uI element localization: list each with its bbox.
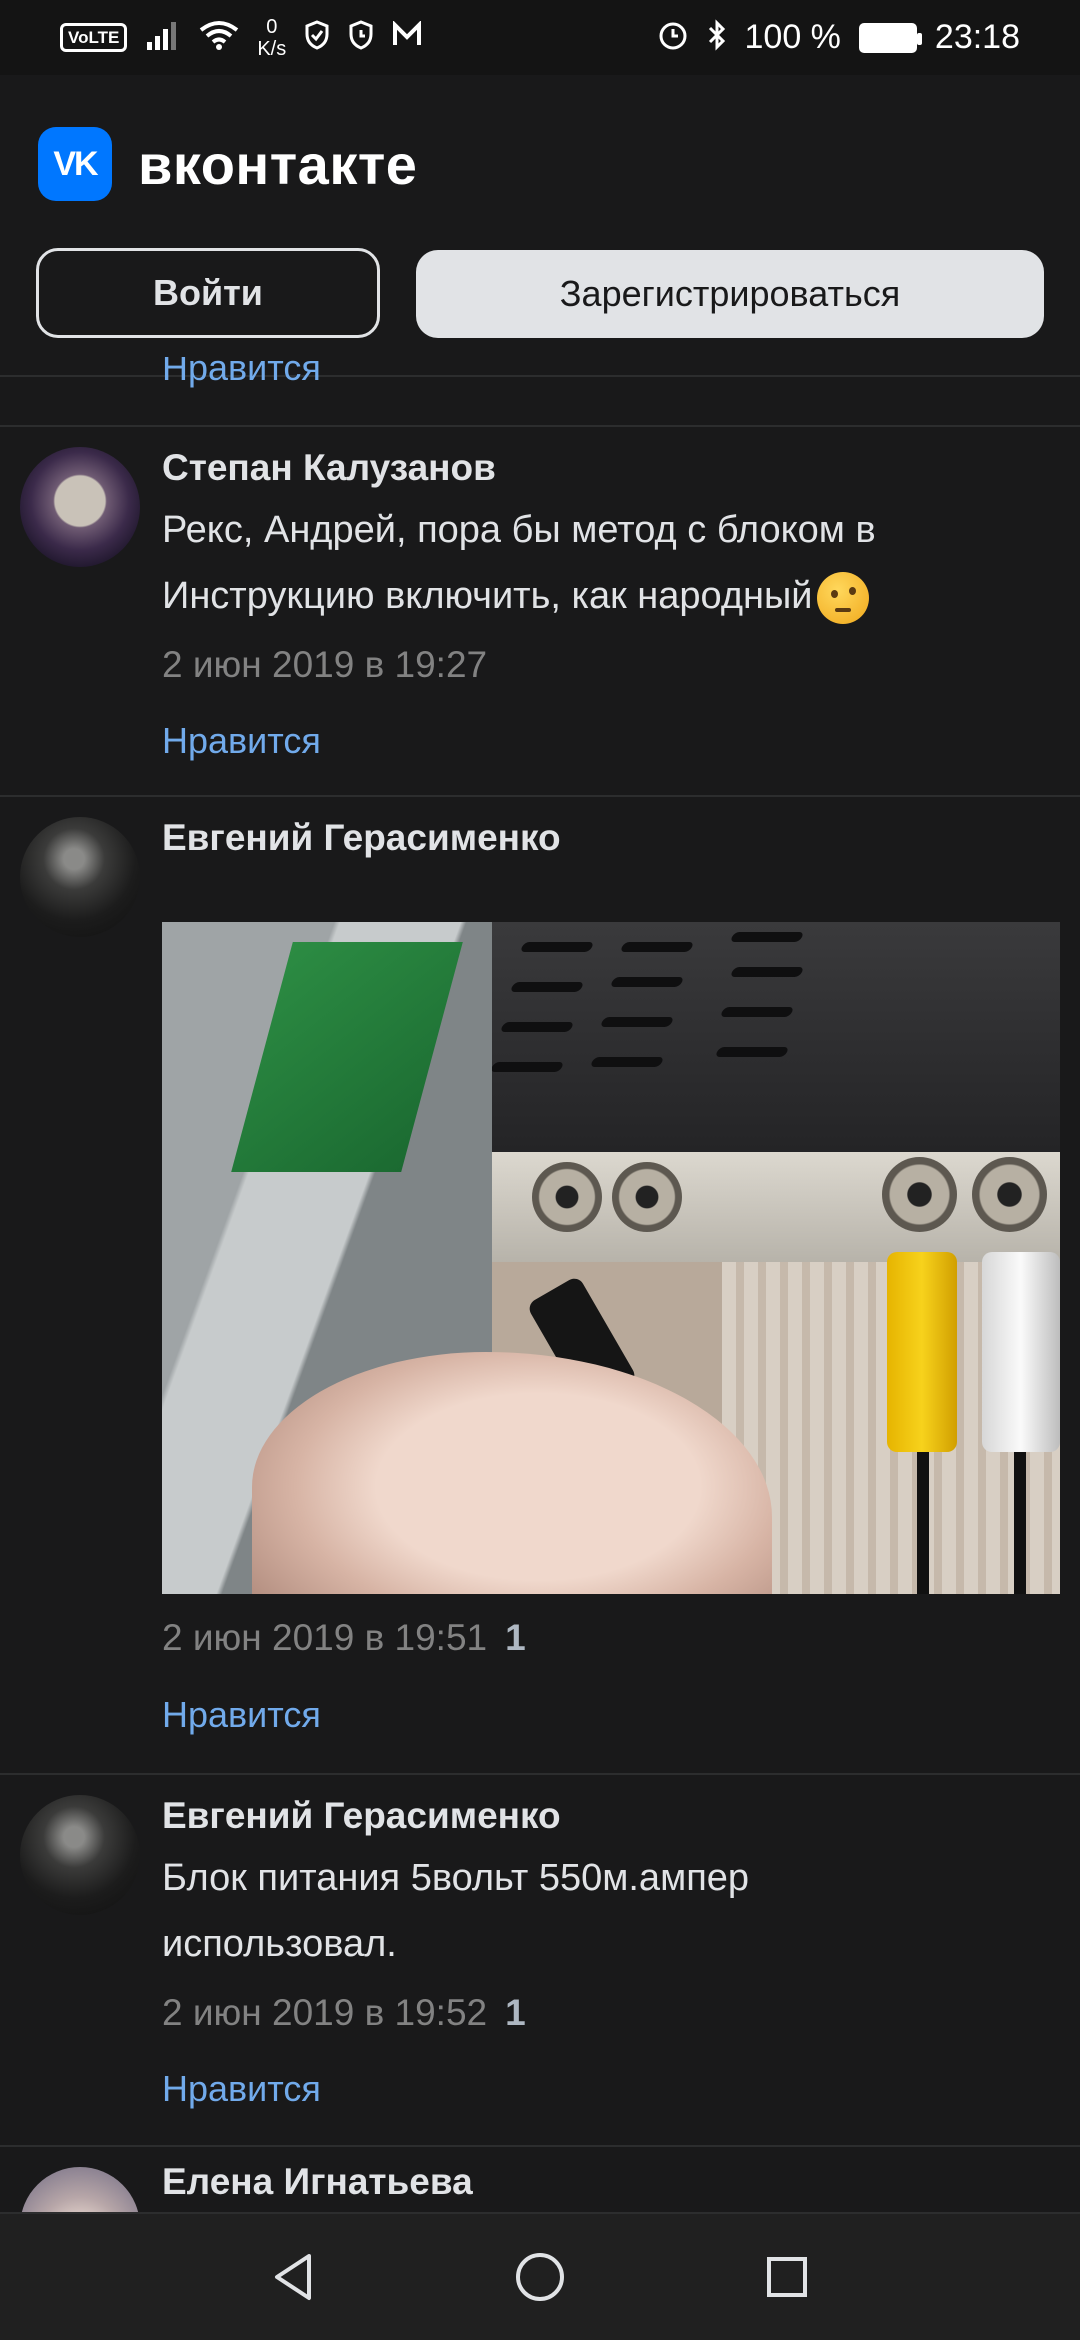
comment-author[interactable]: Степан Калузанов bbox=[162, 447, 496, 489]
comment-photo[interactable] bbox=[162, 922, 1060, 1594]
comment-item: Евгений Герасименко Блок питания 5вольт … bbox=[0, 1775, 1080, 2145]
alarm-icon bbox=[657, 19, 689, 57]
comment-item: Степан Калузанов Рекс, Андрей, пора бы м… bbox=[0, 427, 1080, 795]
like-button[interactable]: Нравится bbox=[162, 1694, 321, 1736]
battery-icon bbox=[858, 22, 922, 53]
header: VK вконтакте Войти Зарегистрироваться bbox=[0, 75, 1080, 377]
brand-row[interactable]: VK вконтакте bbox=[38, 127, 417, 201]
comment-text-line: Инструкцию включить, как народный bbox=[162, 575, 813, 617]
comment-date[interactable]: 2 июн 2019 в 19:52 bbox=[162, 1992, 487, 2034]
thinking-face-emoji-icon bbox=[816, 571, 869, 624]
brand-name: вконтакте bbox=[138, 132, 418, 196]
system-nav-bar bbox=[0, 2212, 1080, 2340]
photo-cable bbox=[917, 1452, 929, 1594]
photo-receiver bbox=[482, 922, 1060, 1152]
comment-text-line-row: Инструкцию включить, как народный bbox=[162, 563, 1042, 629]
recents-icon[interactable] bbox=[757, 2247, 817, 2307]
comment-text: Рекс, Андрей, пора бы метод с блоком в И… bbox=[162, 497, 1042, 629]
photo-hand bbox=[252, 1352, 772, 1594]
signal-icon bbox=[145, 20, 181, 56]
like-button[interactable]: Нравится bbox=[162, 720, 321, 762]
comment-text-line: Рекс, Андрей, пора бы метод с блоком в bbox=[162, 509, 876, 551]
comment-meta: 2 июн 2019 в 19:51 1 bbox=[162, 1617, 526, 1659]
vk-logo-icon: VK bbox=[38, 127, 112, 201]
clock: 23:18 bbox=[934, 18, 1020, 56]
likes-count: 1 bbox=[505, 1617, 526, 1658]
comment-text-line: использовал. bbox=[162, 1923, 397, 1965]
comment-author[interactable]: Елена Игнатьева bbox=[162, 2161, 473, 2203]
comment-text-line: Блок питания 5вольт 550м.ампер bbox=[162, 1857, 750, 1899]
comment-meta: 2 июн 2019 в 19:52 1 bbox=[162, 1992, 526, 2034]
mail-icon bbox=[392, 19, 422, 55]
comment-text: Блок питания 5вольт 550м.ампер использов… bbox=[162, 1845, 1042, 1977]
network-speed: 0 K/s bbox=[257, 16, 286, 60]
like-button[interactable]: Нравится bbox=[162, 2068, 321, 2110]
photo-white-plug bbox=[982, 1252, 1060, 1452]
login-button[interactable]: Войти bbox=[36, 248, 380, 338]
likes-count: 1 bbox=[505, 1992, 526, 2033]
comment-author[interactable]: Евгений Герасименко bbox=[162, 817, 561, 859]
shield-clock-icon bbox=[348, 19, 374, 56]
avatar[interactable] bbox=[20, 2167, 140, 2212]
register-button[interactable]: Зарегистрироваться bbox=[416, 250, 1044, 338]
bluetooth-icon bbox=[707, 18, 727, 57]
avatar[interactable] bbox=[20, 817, 140, 937]
wifi-icon bbox=[199, 20, 239, 56]
volte-icon: VoLTE bbox=[60, 23, 128, 52]
comment-author[interactable]: Евгений Герасименко bbox=[162, 1795, 561, 1837]
back-icon[interactable] bbox=[263, 2247, 323, 2307]
avatar[interactable] bbox=[20, 1795, 140, 1915]
comment-date[interactable]: 2 июн 2019 в 19:27 bbox=[162, 644, 487, 686]
home-icon[interactable] bbox=[510, 2247, 570, 2307]
shield-icon bbox=[304, 19, 330, 56]
battery-percent: 100 % bbox=[744, 18, 841, 56]
photo-cable bbox=[1014, 1452, 1026, 1594]
avatar[interactable] bbox=[20, 447, 140, 567]
photo-panel bbox=[482, 1152, 1060, 1262]
comment-item: Елена Игнатьева bbox=[0, 2147, 1080, 2212]
status-right: 100 % 23:18 bbox=[657, 18, 1020, 57]
speed-value: 0 bbox=[266, 15, 278, 38]
comment-meta: 2 июн 2019 в 19:27 bbox=[162, 644, 487, 686]
speed-unit: K/s bbox=[257, 37, 287, 60]
photo-yellow-plug bbox=[887, 1252, 957, 1452]
status-left: VoLTE 0 K/s bbox=[60, 16, 422, 60]
status-bar: VoLTE 0 K/s 100 % 23:18 bbox=[0, 0, 1080, 75]
comment-date[interactable]: 2 июн 2019 в 19:51 bbox=[162, 1617, 487, 1659]
